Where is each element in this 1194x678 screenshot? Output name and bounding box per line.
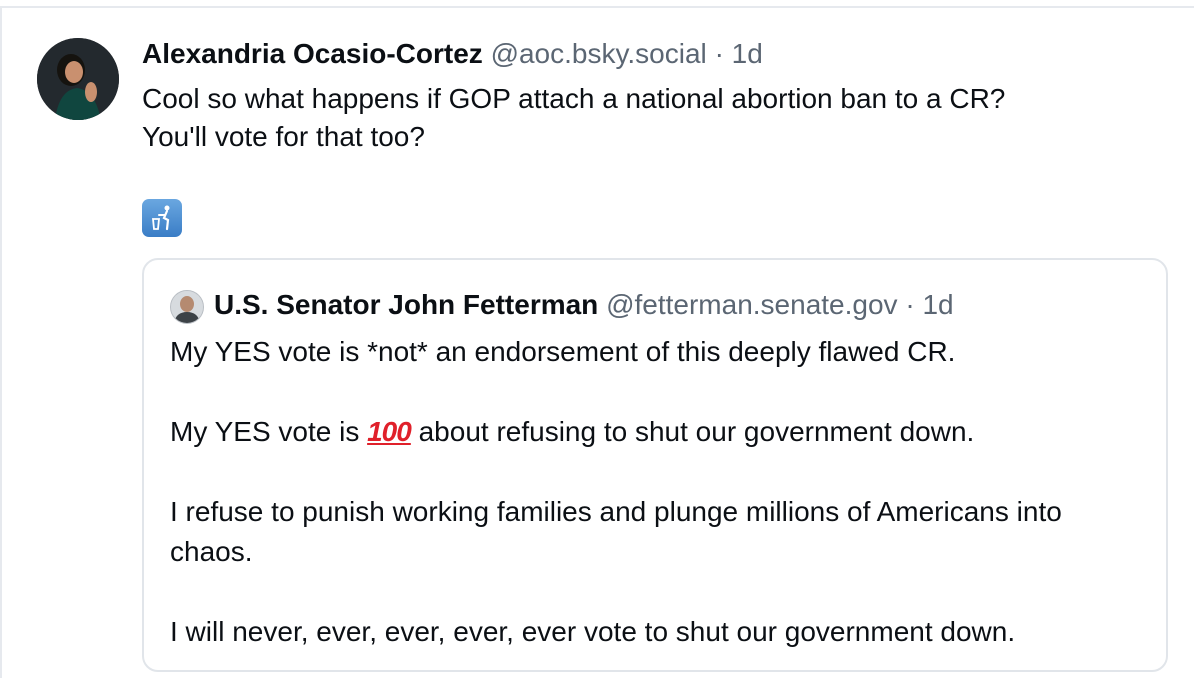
- separator: ·: [905, 289, 915, 320]
- post-header: Alexandria Ocasio-Cortez @aoc.bsky.socia…: [142, 36, 763, 72]
- left-divider: [0, 6, 2, 678]
- post-text-line: You'll vote for that too?: [142, 121, 425, 152]
- post-text-line: Cool so what happens if GOP attach a nat…: [142, 83, 1006, 114]
- author-handle[interactable]: @aoc.bsky.social: [491, 38, 707, 69]
- quote-avatar[interactable]: [170, 290, 204, 324]
- quote-paragraph: I refuse to punish working families and …: [170, 496, 1062, 567]
- author-name[interactable]: Alexandria Ocasio-Cortez: [142, 38, 483, 69]
- quote-time[interactable]: 1d: [922, 289, 953, 320]
- quote-author-handle[interactable]: @fetterman.senate.gov: [606, 289, 897, 320]
- quote-author-name[interactable]: U.S. Senator John Fetterman: [214, 289, 598, 320]
- avatar-photo: [37, 38, 119, 120]
- post-time[interactable]: 1d: [732, 38, 763, 69]
- quote-paragraph: My YES vote is 100 about refusing to shu…: [170, 412, 1150, 452]
- hundred-points-emoji-icon: 100: [367, 416, 412, 447]
- quote-body: My YES vote is *not* an endorsement of t…: [170, 332, 1150, 652]
- separator: ·: [714, 38, 724, 69]
- quote-paragraph-text: My YES vote is: [170, 416, 360, 447]
- quote-paragraph: I will never, ever, ever, ever, ever vot…: [170, 616, 1016, 647]
- quote-paragraph-text: about refusing to shut our government do…: [418, 416, 975, 447]
- quote-paragraph: My YES vote is *not* an endorsement of t…: [170, 336, 956, 367]
- post-text: Cool so what happens if GOP attach a nat…: [142, 80, 1142, 156]
- avatar[interactable]: [37, 38, 119, 120]
- quote-card[interactable]: U.S. Senator John Fetterman @fetterman.s…: [142, 258, 1168, 672]
- quote-avatar-photo: [171, 291, 203, 323]
- quote-header: U.S. Senator John Fetterman @fetterman.s…: [214, 286, 954, 324]
- top-divider: [0, 6, 1194, 8]
- wastebasket-emoji-icon: [142, 199, 182, 237]
